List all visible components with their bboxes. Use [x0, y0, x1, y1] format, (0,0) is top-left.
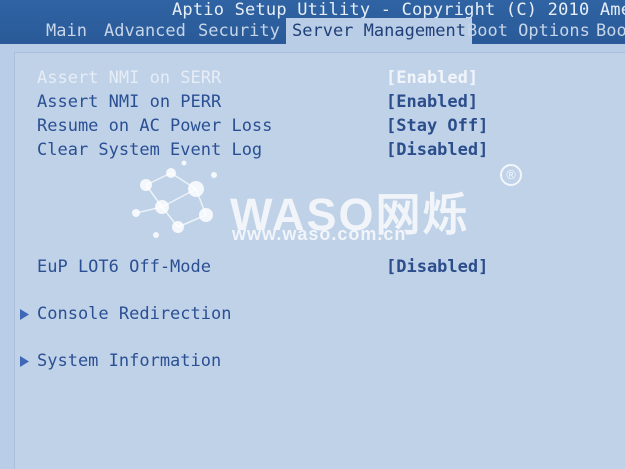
tab-advanced[interactable]: Advanced: [104, 18, 186, 44]
tab-bar: Main Advanced Security Server Management…: [0, 18, 625, 44]
setting-value[interactable]: [Stay Off]: [386, 114, 488, 138]
setting-label: Resume on AC Power Loss: [37, 116, 273, 136]
setting-label: Assert NMI on SERR: [37, 68, 222, 88]
submenu-label: System Information: [37, 351, 222, 371]
app-title: Aptio Setup Utility - Copyright (C) 2010…: [172, 0, 625, 20]
submenu-system-information[interactable]: System Information: [15, 349, 625, 373]
setting-value[interactable]: [Enabled]: [386, 66, 478, 90]
setting-label: EuP LOT6 Off-Mode: [37, 257, 211, 277]
setting-row-assert-nmi-serr[interactable]: Assert NMI on SERR [Enabled]: [15, 66, 625, 90]
submenu-label: Console Redirection: [37, 304, 232, 324]
tab-main[interactable]: Main: [46, 18, 87, 44]
tab-security[interactable]: Security: [198, 18, 280, 44]
triangle-right-icon: [17, 349, 31, 373]
tab-boot[interactable]: Boo: [596, 18, 625, 44]
setting-value[interactable]: [Enabled]: [386, 90, 478, 114]
tab-boot-options[interactable]: Boot Options: [467, 18, 590, 44]
setting-row-resume-ac-power-loss[interactable]: Resume on AC Power Loss [Stay Off]: [15, 114, 625, 138]
setting-row-clear-system-event-log[interactable]: Clear System Event Log [Disabled]: [15, 138, 625, 162]
title-bar: Aptio Setup Utility - Copyright (C) 2010…: [0, 0, 625, 44]
tab-server-management[interactable]: Server Management: [286, 18, 472, 44]
setting-label: Clear System Event Log: [37, 140, 263, 160]
submenu-console-redirection[interactable]: Console Redirection: [15, 302, 625, 326]
setting-row-assert-nmi-perr[interactable]: Assert NMI on PERR [Enabled]: [15, 90, 625, 114]
setting-value[interactable]: [Disabled]: [386, 138, 488, 162]
setting-value[interactable]: [Disabled]: [386, 255, 488, 279]
triangle-right-icon: [17, 302, 31, 326]
settings-panel: Assert NMI on SERR [Enabled] Assert NMI …: [14, 52, 625, 469]
setting-row-eup-lot6[interactable]: EuP LOT6 Off-Mode [Disabled]: [15, 255, 625, 279]
setting-label: Assert NMI on PERR: [37, 92, 222, 112]
